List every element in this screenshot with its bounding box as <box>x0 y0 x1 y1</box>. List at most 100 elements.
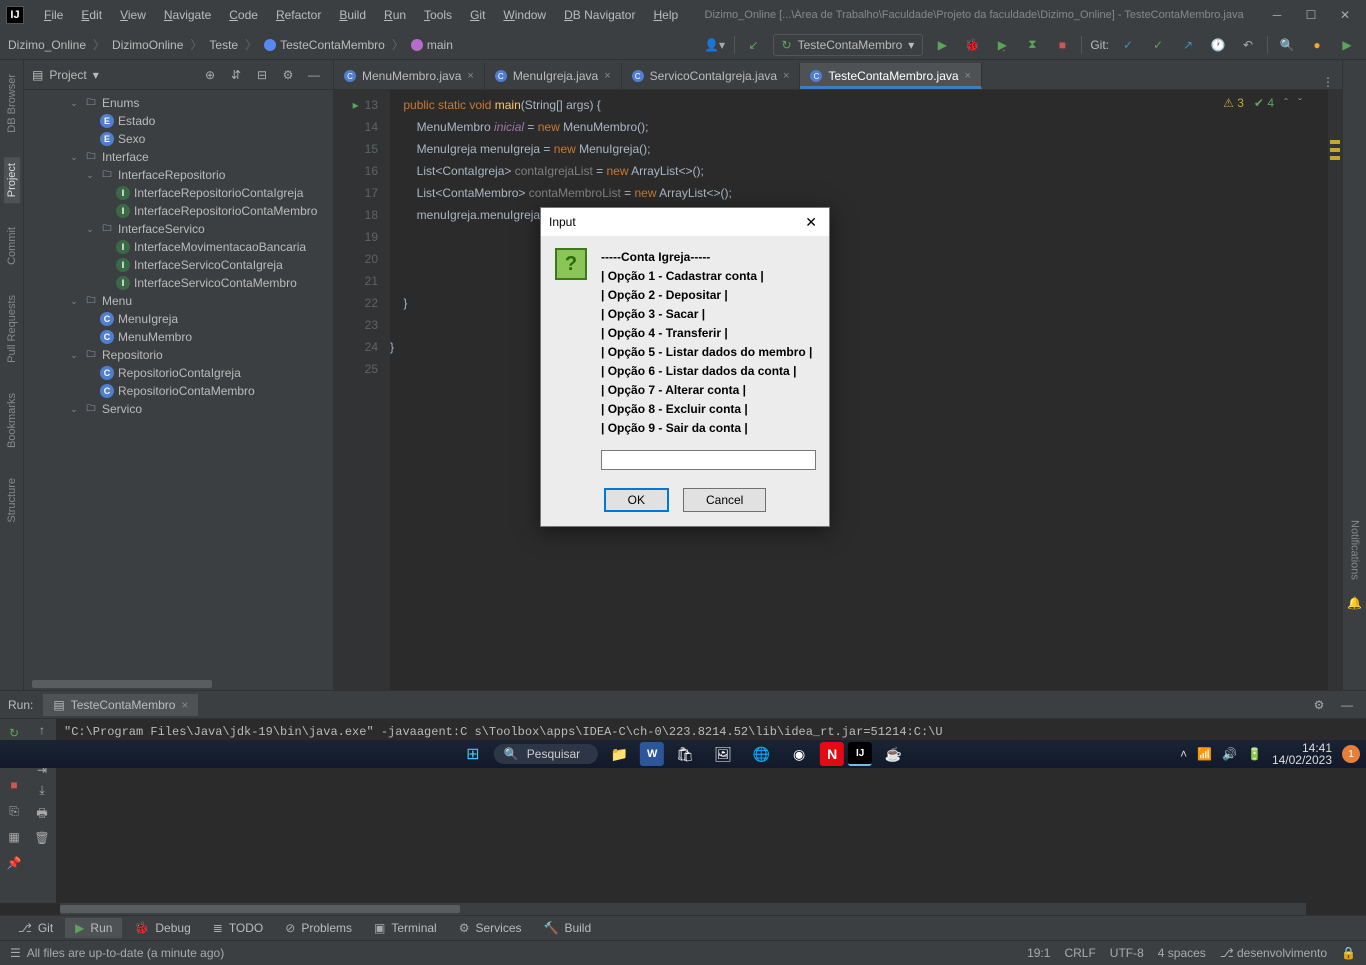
ide-updates-icon[interactable]: ● <box>1306 34 1328 56</box>
store-icon[interactable]: 🛍 <box>668 741 702 767</box>
maximize-button[interactable]: ☐ <box>1296 5 1326 25</box>
console-scrollbar[interactable] <box>60 903 1306 915</box>
tree-item[interactable]: IInterfaceServicoContaIgreja <box>24 256 333 274</box>
tree-item[interactable]: ⌄🗀InterfaceRepositorio <box>24 166 333 184</box>
scroll-end-button[interactable]: ⤓ <box>39 783 44 798</box>
hide-run-icon[interactable]: — <box>1336 694 1358 716</box>
warning-marker[interactable] <box>1330 148 1340 152</box>
editor-tab[interactable]: CTesteContaMembro.java× <box>800 63 982 89</box>
scrollbar-thumb[interactable] <box>32 680 212 688</box>
menu-refactor[interactable]: Refactor <box>268 4 329 26</box>
notifications-icon[interactable]: 🔔 <box>1347 596 1362 610</box>
menu-run[interactable]: Run <box>376 4 414 26</box>
indent-setting[interactable]: 4 spaces <box>1158 946 1206 960</box>
exit-button[interactable]: ⎘ <box>4 801 24 821</box>
file-encoding[interactable]: UTF-8 <box>1110 946 1144 960</box>
tree-item[interactable]: ⌄🗀Repositorio <box>24 346 333 364</box>
menu-tools[interactable]: Tools <box>416 4 460 26</box>
chevron-up-icon[interactable]: ˆ <box>1284 96 1288 110</box>
editor-tab[interactable]: CMenuMembro.java× <box>334 63 485 89</box>
chevron-down-icon[interactable]: ˇ <box>1298 96 1302 110</box>
crumb-pkg[interactable]: DizimoOnline <box>112 38 183 52</box>
tree-item[interactable]: IInterfaceRepositorioContaMembro <box>24 202 333 220</box>
coverage-button[interactable]: ▶̣ <box>991 34 1013 56</box>
crumb-sub[interactable]: Teste <box>209 38 238 52</box>
search-everywhere-icon[interactable]: 🔍 <box>1276 34 1298 56</box>
git-commit-icon[interactable]: ✓ <box>1117 34 1139 56</box>
ok-button[interactable]: OK <box>604 488 669 512</box>
left-tab-db-browser[interactable]: DB Browser <box>4 68 20 139</box>
profile-button[interactable]: ⧗ <box>1021 34 1043 56</box>
menu-build[interactable]: Build <box>331 4 374 26</box>
run-settings-icon[interactable]: ⚙ <box>1308 694 1330 716</box>
tree-item[interactable]: ⌄🗀Menu <box>24 292 333 310</box>
taskbar-search[interactable]: 🔍 Pesquisar <box>494 744 598 764</box>
tree-item[interactable]: CMenuIgreja <box>24 310 333 328</box>
tree-item[interactable]: CMenuMembro <box>24 328 333 346</box>
caret-position[interactable]: 19:1 <box>1027 946 1050 960</box>
editor-tab[interactable]: CMenuIgreja.java× <box>485 63 622 89</box>
tree-item[interactable]: ⌄🗀InterfaceServico <box>24 220 333 238</box>
tree-item[interactable]: IInterfaceMovimentacaoBancaria <box>24 238 333 256</box>
tree-item[interactable]: IInterfaceRepositorioContaIgreja <box>24 184 333 202</box>
user-icon[interactable]: 👤▾ <box>704 34 726 56</box>
lock-icon[interactable]: 🔒 <box>1341 946 1356 960</box>
notification-badge[interactable]: 1 <box>1342 745 1360 763</box>
code-editor[interactable]: ▸13141516171819202122232425 public stati… <box>334 90 1342 690</box>
netflix-icon[interactable]: N <box>820 742 844 766</box>
photos-icon[interactable]: 🖼 <box>706 741 740 767</box>
dialog-titlebar[interactable]: Input ✕ <box>541 208 829 236</box>
run-config-selector[interactable]: ↻ TesteContaMembro ▾ <box>773 34 924 56</box>
menu-file[interactable]: File <box>36 4 71 26</box>
intellij-taskbar-icon[interactable]: IJ <box>848 742 872 766</box>
dialog-close-button[interactable]: ✕ <box>801 214 821 231</box>
bottom-tab-run[interactable]: ▶Run <box>65 918 122 938</box>
git-update-icon[interactable]: ↗ <box>1177 34 1199 56</box>
close-button[interactable]: ✕ <box>1330 5 1360 25</box>
warning-marker[interactable] <box>1330 156 1340 160</box>
pin-button[interactable]: 📌 <box>4 853 24 873</box>
tree-item[interactable]: ⌄🗀Servico <box>24 400 333 418</box>
menu-edit[interactable]: Edit <box>73 4 110 26</box>
left-tab-project[interactable]: Project <box>4 157 20 203</box>
breadcrumb[interactable]: Dizimo_Online〉 DizimoOnline〉 Teste〉 Test… <box>8 36 453 53</box>
tree-item[interactable]: EEstado <box>24 112 333 130</box>
close-tab-icon[interactable]: × <box>467 70 473 82</box>
close-icon[interactable]: × <box>181 698 188 712</box>
volume-icon[interactable]: 🔊 <box>1222 747 1237 761</box>
left-tab-commit[interactable]: Commit <box>4 221 20 271</box>
menu-window[interactable]: Window <box>495 4 554 26</box>
layout-button[interactable]: ▦ <box>4 827 24 847</box>
stop-button[interactable]: ■ <box>4 775 24 795</box>
start-button[interactable]: ⊞ <box>456 741 490 767</box>
java-app-icon[interactable]: ☕ <box>876 741 910 767</box>
dialog-input[interactable] <box>601 450 816 470</box>
debug-button[interactable]: 🐞 <box>961 34 983 56</box>
tree-item[interactable]: ⌄🗀Enums <box>24 94 333 112</box>
tray-chevron-icon[interactable]: ˄ <box>1180 747 1187 761</box>
git-branch[interactable]: ⎇ desenvolvimento <box>1220 946 1327 960</box>
ok-indicator[interactable]: ✔ 4 <box>1254 96 1274 110</box>
explorer-icon[interactable]: 📁 <box>602 741 636 767</box>
crumb-class[interactable]: TesteContaMembro <box>280 38 385 52</box>
project-tree[interactable]: ⌄🗀EnumsEEstadoESexo⌄🗀Interface⌄🗀Interfac… <box>24 90 333 678</box>
up-button[interactable]: ↑ <box>39 723 45 737</box>
line-separator[interactable]: CRLF <box>1064 946 1095 960</box>
bottom-tab-problems[interactable]: ⊘Problems <box>275 918 362 938</box>
stop-button[interactable]: ■ <box>1051 34 1073 56</box>
left-tab-structure[interactable]: Structure <box>4 472 20 529</box>
settings-icon[interactable]: ▶ <box>1336 34 1358 56</box>
git-history-icon[interactable]: 🕐 <box>1207 34 1229 56</box>
hide-panel-icon[interactable]: — <box>303 64 325 86</box>
vcs-update-icon[interactable]: ↙ <box>743 34 765 56</box>
menu-view[interactable]: View <box>112 4 154 26</box>
battery-icon[interactable]: 🔋 <box>1247 747 1262 761</box>
bottom-tab-terminal[interactable]: ▣Terminal <box>364 918 447 938</box>
bottom-tab-todo[interactable]: ≣TODO <box>203 918 274 938</box>
inspection-widget[interactable]: ⚠ 3 ✔ 4 ˆ ˇ <box>1223 96 1302 110</box>
close-tab-icon[interactable]: × <box>783 70 789 82</box>
run-config-tab[interactable]: ▤ TesteContaMembro × <box>43 694 198 716</box>
horizontal-scrollbar[interactable] <box>28 678 329 690</box>
print-button[interactable]: 🖶 <box>36 804 47 825</box>
status-icon[interactable]: ☰ <box>10 946 21 960</box>
